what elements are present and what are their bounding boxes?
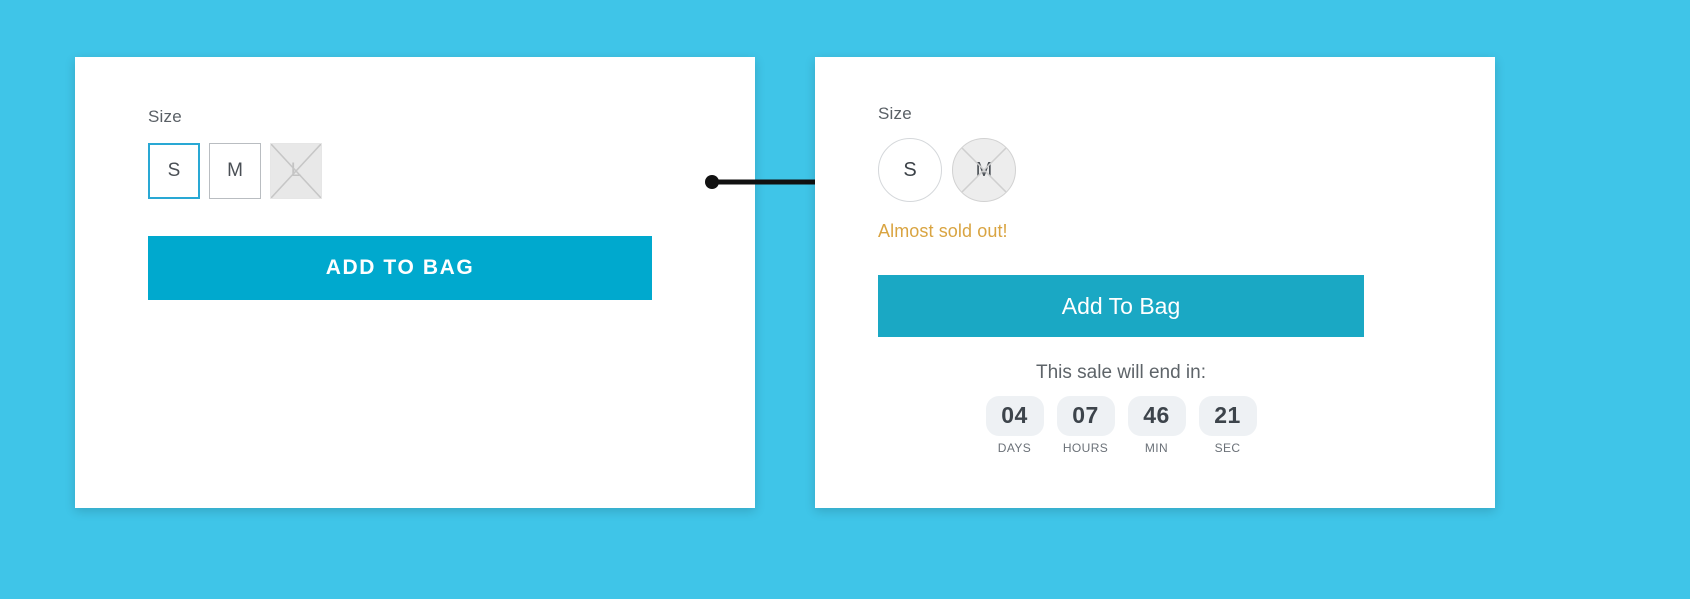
before-size-swatch-s[interactable]: S	[148, 143, 200, 199]
after-size-swatch-m-label: M	[975, 158, 993, 181]
countdown-sec-value: 21	[1198, 396, 1257, 436]
before-size-swatch-m[interactable]: M	[209, 143, 261, 199]
countdown-days-label: DAYS	[997, 441, 1032, 455]
after-size-swatch-m: M	[952, 138, 1016, 202]
countdown-unit-sec: 21 SEC	[1198, 396, 1257, 455]
almost-sold-out-warning: Almost sold out!	[878, 221, 1008, 241]
after-size-label: Size	[878, 104, 912, 123]
before-size-swatch-l: L	[270, 143, 322, 199]
before-variant-card: Size S M L ADD TO BAG	[75, 57, 755, 508]
countdown-unit-days: 04 DAYS	[985, 396, 1044, 455]
countdown-sec-label: SEC	[1214, 441, 1241, 455]
before-size-selector-group: Size S M L	[148, 107, 322, 199]
sale-countdown: This sale will end in: 04 DAYS 07 HOURS …	[878, 362, 1364, 455]
after-size-selector-group: Size S M Almost sold out!	[878, 104, 1016, 242]
after-size-swatch-s-label: S	[903, 158, 917, 181]
countdown-hours-label: HOURS	[1062, 441, 1109, 455]
comparison-stage: Size S M L ADD TO BAG Size S M Almost so…	[0, 0, 1690, 599]
countdown-days-value: 04	[985, 396, 1044, 436]
after-size-swatch-row: S M	[878, 138, 1016, 202]
countdown-unit-min: 46 MIN	[1127, 396, 1186, 455]
countdown-min-label: MIN	[1144, 441, 1169, 455]
before-size-swatch-s-label: S	[167, 160, 181, 181]
before-add-to-bag-button[interactable]: ADD TO BAG	[148, 236, 652, 300]
after-size-swatch-s[interactable]: S	[878, 138, 942, 202]
countdown-min-value: 46	[1127, 396, 1186, 436]
before-size-label: Size	[148, 107, 182, 126]
after-variant-card: Size S M Almost sold out! Add To Bag Thi…	[815, 57, 1495, 508]
after-add-to-bag-button[interactable]: Add To Bag	[878, 275, 1364, 337]
countdown-unit-hours: 07 HOURS	[1056, 396, 1115, 455]
countdown-hours-value: 07	[1056, 396, 1115, 436]
before-size-swatch-m-label: M	[227, 160, 243, 181]
countdown-timer-row: 04 DAYS 07 HOURS 46 MIN 21 SEC	[878, 396, 1364, 455]
before-size-swatch-row: S M L	[148, 143, 322, 199]
before-size-swatch-l-label: L	[290, 160, 302, 181]
countdown-title: This sale will end in:	[1035, 362, 1207, 383]
